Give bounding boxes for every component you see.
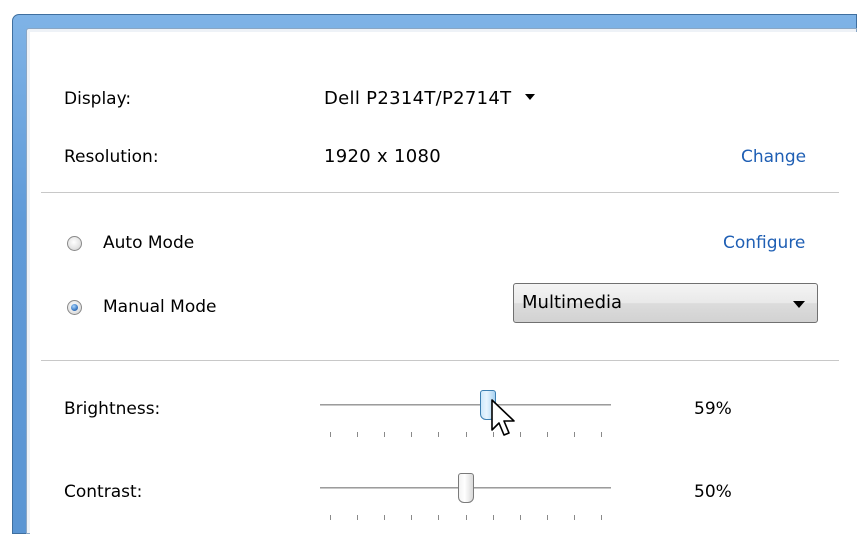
manual-mode-radio[interactable] — [67, 300, 82, 315]
preset-mode-select[interactable]: Multimedia — [513, 283, 818, 323]
slider-tick — [466, 515, 467, 520]
preset-mode-value: Multimedia — [522, 292, 623, 313]
slider-tick — [438, 432, 439, 437]
contrast-ticks — [320, 515, 611, 521]
slider-tick — [357, 432, 358, 437]
manual-mode-label[interactable]: Manual Mode — [103, 297, 217, 317]
contrast-slider-thumb[interactable] — [458, 473, 474, 503]
slider-tick — [547, 432, 548, 437]
slider-tick — [411, 515, 412, 520]
chevron-down-icon[interactable] — [793, 301, 805, 308]
slider-tick — [493, 515, 494, 520]
slider-tick — [411, 432, 412, 437]
auto-mode-label[interactable]: Auto Mode — [103, 233, 194, 253]
auto-mode-radio[interactable] — [67, 236, 82, 251]
mouse-pointer-icon — [491, 399, 515, 436]
slider-tick — [547, 515, 548, 520]
display-label: Display: — [64, 89, 132, 109]
brightness-label: Brightness: — [64, 399, 161, 419]
contrast-value: 50% — [694, 482, 732, 502]
display-value: Dell P2314T/P2714T — [324, 88, 512, 109]
configure-link[interactable]: Configure — [723, 233, 805, 253]
change-resolution-link[interactable]: Change — [741, 147, 806, 167]
slider-tick — [520, 515, 521, 520]
slider-tick — [330, 515, 331, 520]
slider-tick — [438, 515, 439, 520]
slider-tick — [574, 432, 575, 437]
resolution-value: 1920 x 1080 — [324, 146, 442, 167]
chevron-down-icon[interactable] — [525, 94, 536, 100]
brightness-value: 59% — [694, 399, 732, 419]
slider-tick — [330, 432, 331, 437]
slider-tick — [574, 515, 575, 520]
slider-tick — [601, 515, 602, 520]
slider-tick — [520, 432, 521, 437]
display-selector[interactable]: Dell P2314T/P2714T — [324, 88, 536, 109]
section-divider — [41, 360, 839, 361]
slider-tick — [384, 432, 385, 437]
section-divider — [41, 192, 839, 193]
contrast-label: Contrast: — [64, 482, 143, 502]
slider-tick — [357, 515, 358, 520]
resolution-label: Resolution: — [64, 147, 159, 167]
slider-tick — [384, 515, 385, 520]
slider-tick — [601, 432, 602, 437]
slider-tick — [466, 432, 467, 437]
brightness-slider-track[interactable] — [320, 404, 611, 406]
brightness-ticks — [320, 432, 611, 438]
